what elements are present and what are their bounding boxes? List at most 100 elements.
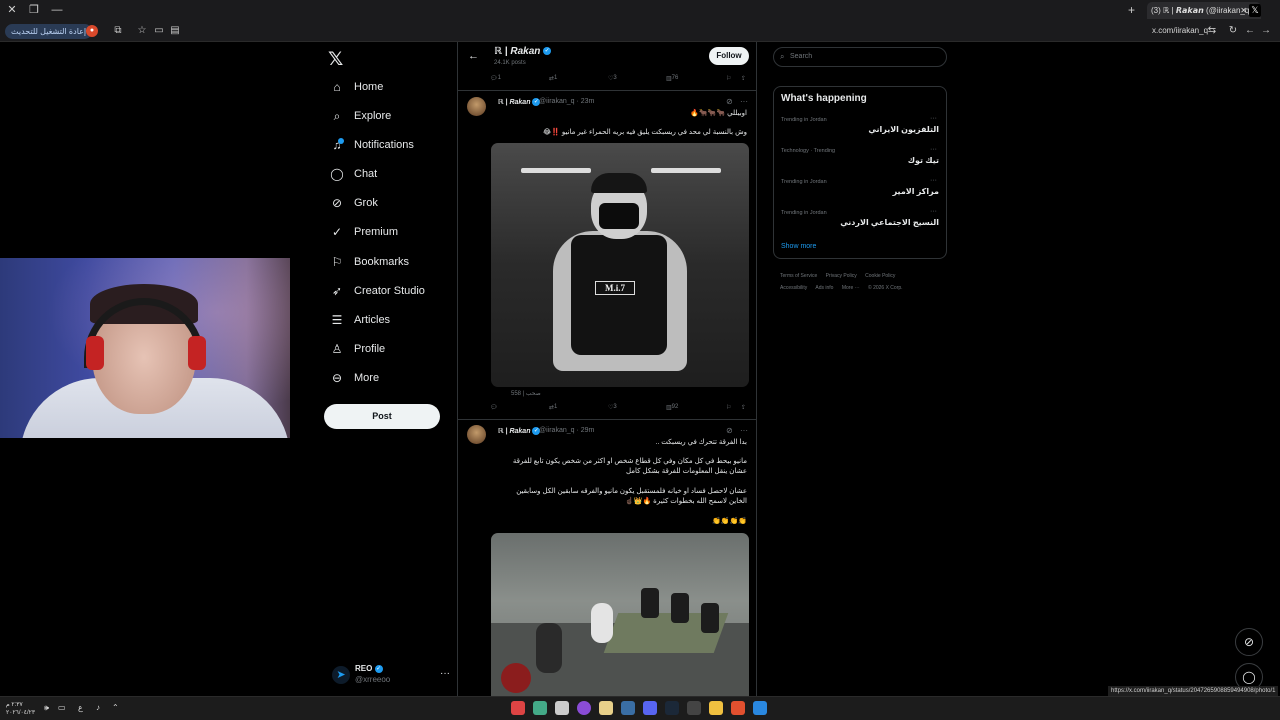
search-input[interactable]: ⌕ Search <box>773 47 947 67</box>
nav-profile[interactable]: ♙ Profile <box>330 338 386 360</box>
nav-home[interactable]: ⌂ Home <box>330 76 383 98</box>
chrome-app-icon[interactable] <box>511 701 525 715</box>
bookmark-icon[interactable]: ⚐ <box>726 75 731 82</box>
more-dots-icon[interactable]: ··· <box>740 426 748 435</box>
trend-item[interactable]: النسيج الاجتماعي الاردني <box>840 218 939 227</box>
nav-grok[interactable]: ⊘ Grok <box>330 192 378 214</box>
more-dots-icon[interactable]: ··· <box>930 177 937 184</box>
app-icon[interactable] <box>577 701 591 715</box>
more-dots-icon[interactable]: ··· <box>930 115 937 122</box>
back-arrow-icon[interactable]: ← <box>468 50 479 62</box>
new-tab-button[interactable]: + <box>1128 3 1135 17</box>
app-icon[interactable] <box>599 701 613 715</box>
timeline[interactable]: ← ℝ | Rakan ✓ 24.1K posts Follow 💬︎ 1 ⇄ … <box>457 42 757 696</box>
views-button[interactable]: ▥ 92 <box>666 404 678 411</box>
browser-tab[interactable]: (3) ℝ | 𝙍𝙖𝙠𝙖𝙣 (@iirakan_q) / X ✕ 𝕏 <box>1147 2 1261 19</box>
repost-button[interactable]: ⇄ 1 <box>549 75 557 82</box>
tweet-handle[interactable]: @iirakan_q · 23m <box>539 98 594 105</box>
post-button[interactable]: Post <box>324 404 440 429</box>
like-button[interactable]: ♡ 3 <box>608 404 617 411</box>
bookmark-star-icon[interactable]: ☆ <box>136 25 148 37</box>
share-icon[interactable]: ⇪ <box>741 75 746 82</box>
more-dots-icon[interactable]: ··· <box>930 146 937 153</box>
footer-link[interactable]: Ads info <box>815 285 833 291</box>
reply-button[interactable]: 💬︎ <box>490 404 498 411</box>
panel-title: What's happening <box>781 93 867 104</box>
forward-icon[interactable]: → <box>1260 25 1272 37</box>
follow-button[interactable]: Follow <box>709 47 749 65</box>
profile-avatar-icon[interactable]: ● <box>86 25 98 37</box>
footer-link[interactable]: Accessibility <box>780 285 807 291</box>
avatar: ➤ <box>332 666 350 684</box>
trend-item[interactable]: تيك توك <box>908 156 939 165</box>
tweet-image[interactable]: M.i.7 <box>491 143 749 387</box>
avatar[interactable] <box>467 97 486 116</box>
grok-fab-icon[interactable]: ⊘ <box>1235 628 1263 656</box>
terminal-icon[interactable] <box>687 701 701 715</box>
grok-icon[interactable]: ⊘ <box>726 97 733 106</box>
more-dots-icon[interactable]: ··· <box>740 97 748 106</box>
nav-articles[interactable]: ☰ Articles <box>330 309 390 331</box>
grok-icon[interactable]: ⊘ <box>726 426 733 435</box>
bookmark-icon[interactable]: ⚐ <box>726 404 731 411</box>
nav-premium[interactable]: ✓ Premium <box>330 221 398 243</box>
reload-icon[interactable]: ↻ <box>1227 25 1239 37</box>
nav-notifications[interactable]: ♫ Notifications <box>330 134 414 156</box>
repost-button[interactable]: ⇄ 1 <box>549 404 557 411</box>
relaunch-button[interactable]: إعادة التشغيل للتحديث <box>5 24 93 39</box>
app-icon[interactable] <box>555 701 569 715</box>
tray-chevron-icon[interactable]: ⌃ <box>112 703 119 712</box>
app-icon[interactable] <box>533 701 547 715</box>
window-minimize-icon[interactable]: — <box>49 3 65 17</box>
tweet-text: 👏👏👏👏 <box>712 518 747 525</box>
image-caption: 558 | صحب <box>511 391 541 397</box>
nav-chat[interactable]: ◯ Chat <box>330 163 377 185</box>
microphone-icon[interactable]: ♪ <box>96 703 100 712</box>
tweet-image[interactable] <box>491 533 749 696</box>
tweet-text: اوبيللي 🐂🐂🐂🔥 <box>690 110 747 117</box>
site-settings-icon[interactable]: ⇆ <box>1206 25 1218 37</box>
cast-icon[interactable]: ▭ <box>153 25 165 37</box>
footer-link[interactable]: Terms of Service <box>780 273 817 279</box>
more-dots-icon[interactable]: ··· <box>440 668 450 679</box>
address-bar[interactable]: x.com/iirakan_q <box>1152 26 1208 35</box>
input-language[interactable]: ع <box>78 703 83 712</box>
account-switcher[interactable]: ➤ REO ✓ @xrreeoo ··· <box>332 662 450 688</box>
tab-close-icon[interactable]: ✕ <box>1240 2 1247 19</box>
window-restore-icon[interactable]: ❐ <box>26 3 42 17</box>
network-icon[interactable]: ▭ <box>58 703 66 712</box>
trend-item[interactable]: التلفزيون الايراني <box>868 125 939 134</box>
footer-link[interactable]: More ··· <box>842 285 860 291</box>
show-more-link[interactable]: Show more <box>781 243 816 250</box>
extensions-icon[interactable]: ⧉ <box>112 25 124 37</box>
nav-bookmarks[interactable]: ⚐ Bookmarks <box>330 251 409 273</box>
file-explorer-icon[interactable] <box>709 701 723 715</box>
share-icon[interactable]: ⇪ <box>741 404 746 411</box>
more-dots-icon[interactable]: ··· <box>930 208 937 215</box>
app-icon[interactable] <box>665 701 679 715</box>
nav-explore[interactable]: ⌕ Explore <box>330 105 392 127</box>
discord-icon[interactable] <box>643 701 657 715</box>
tweet-handle[interactable]: @iirakan_q · 29m <box>539 427 594 434</box>
window-close-icon[interactable]: ✕ <box>4 3 20 17</box>
person-icon: ♙ <box>331 342 343 356</box>
views-button[interactable]: ▥ 76 <box>666 75 678 82</box>
avatar[interactable] <box>467 425 486 444</box>
steam-icon[interactable] <box>621 701 635 715</box>
reply-button[interactable]: 💬︎ 1 <box>490 75 501 82</box>
brave-icon[interactable] <box>731 701 745 715</box>
footer-link[interactable]: Privacy Policy <box>826 273 857 279</box>
back-icon[interactable]: ← <box>1244 25 1256 37</box>
reading-list-icon[interactable]: ▤ <box>169 25 181 37</box>
tweet-text: عشان ينقل المعلومات للفرقة بشكل كامل <box>625 468 747 475</box>
clock[interactable]: ٢:٣٧ م ٢٠٢٦/٠٤/٢٣ <box>6 701 35 717</box>
nav-creator-studio[interactable]: ➶ Creator Studio <box>330 280 425 302</box>
start-icon[interactable] <box>753 701 767 715</box>
trend-item[interactable]: مراكز الامير <box>893 187 939 196</box>
like-button[interactable]: ♡ 3 <box>608 75 617 82</box>
x-logo-icon[interactable]: 𝕏 <box>328 48 343 71</box>
nav-more[interactable]: ⊖ More <box>330 367 379 389</box>
footer-link[interactable]: Cookie Policy <box>865 273 895 279</box>
volume-icon[interactable]: 🕪︎ <box>44 703 49 713</box>
tweet-author-text: ℝ | Rakan <box>498 428 531 435</box>
